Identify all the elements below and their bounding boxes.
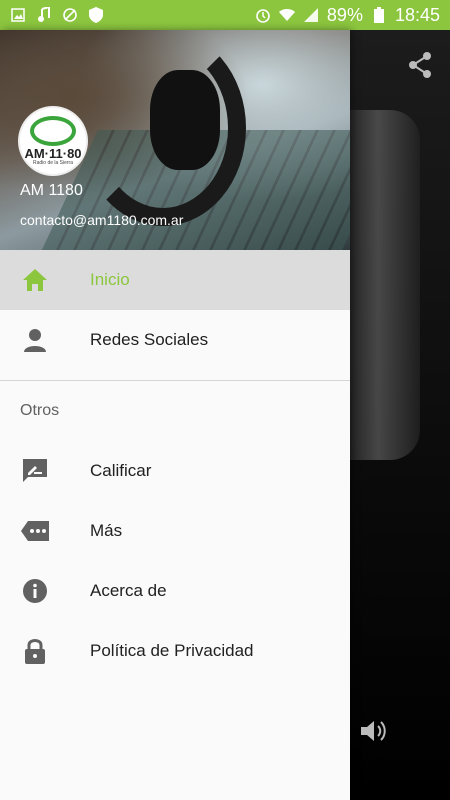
rate-review-icon: [20, 456, 50, 486]
drawer-header: AM·11·80 Radio de la Sierra AM 1180 cont…: [0, 30, 350, 250]
status-bar: 89% 18:45: [0, 0, 450, 30]
station-name: AM 1180: [20, 182, 83, 199]
section-title-otros: Otros: [20, 402, 60, 419]
clock: 18:45: [394, 4, 440, 25]
navigation-drawer: AM·11·80 Radio de la Sierra AM 1180 cont…: [0, 30, 350, 800]
menu-item-label: Más: [90, 521, 123, 540]
share-icon[interactable]: [405, 50, 435, 80]
menu-item-calificar[interactable]: Calificar: [0, 441, 350, 501]
menu-item-redes-sociales[interactable]: Redes Sociales: [0, 310, 350, 370]
station-logo: AM·11·80 Radio de la Sierra: [20, 108, 86, 174]
menu-item-inicio[interactable]: Inicio: [0, 250, 350, 310]
menu-item-label: Política de Privacidad: [90, 641, 254, 660]
signal-icon: [303, 7, 319, 23]
logo-text: AM·11·80: [24, 146, 82, 161]
battery-icon: [371, 7, 387, 23]
wifi-icon: [278, 7, 295, 23]
menu-item-label: Acerca de: [90, 581, 167, 600]
menu-item-mas[interactable]: Más: [0, 501, 350, 561]
menu-item-acerca-de[interactable]: Acerca de: [0, 561, 350, 621]
more-tag-icon: [20, 516, 50, 546]
info-icon: [20, 576, 50, 606]
volume-icon[interactable]: [358, 716, 388, 746]
home-icon: [20, 265, 50, 295]
station-email: contacto@am1180.com.ar: [20, 212, 184, 228]
person-icon: [20, 325, 50, 355]
headphone-earcup-image: [150, 70, 220, 170]
logo-ring: [30, 116, 76, 146]
music-icon: [36, 7, 52, 23]
menu-item-label: Inicio: [90, 270, 130, 289]
microphone-image: [350, 110, 420, 460]
menu-item-label: Calificar: [90, 461, 152, 480]
menu-item-label: Redes Sociales: [90, 330, 209, 349]
lock-icon: [20, 636, 50, 666]
drawer-menu: Inicio Redes Sociales Otros Calificar Má…: [0, 250, 350, 681]
menu-item-politica-de-privacidad[interactable]: Política de Privacidad: [0, 621, 350, 681]
status-right-icons: 89% 18:45: [255, 5, 450, 26]
status-left-icons: [0, 7, 104, 23]
sync-off-icon: [62, 7, 78, 23]
image-icon: [10, 7, 26, 23]
logo-subtitle: Radio de la Sierra: [32, 160, 74, 166]
shield-icon: [88, 7, 104, 23]
battery-percent: 89%: [326, 4, 363, 25]
alarm-icon: [255, 7, 271, 23]
